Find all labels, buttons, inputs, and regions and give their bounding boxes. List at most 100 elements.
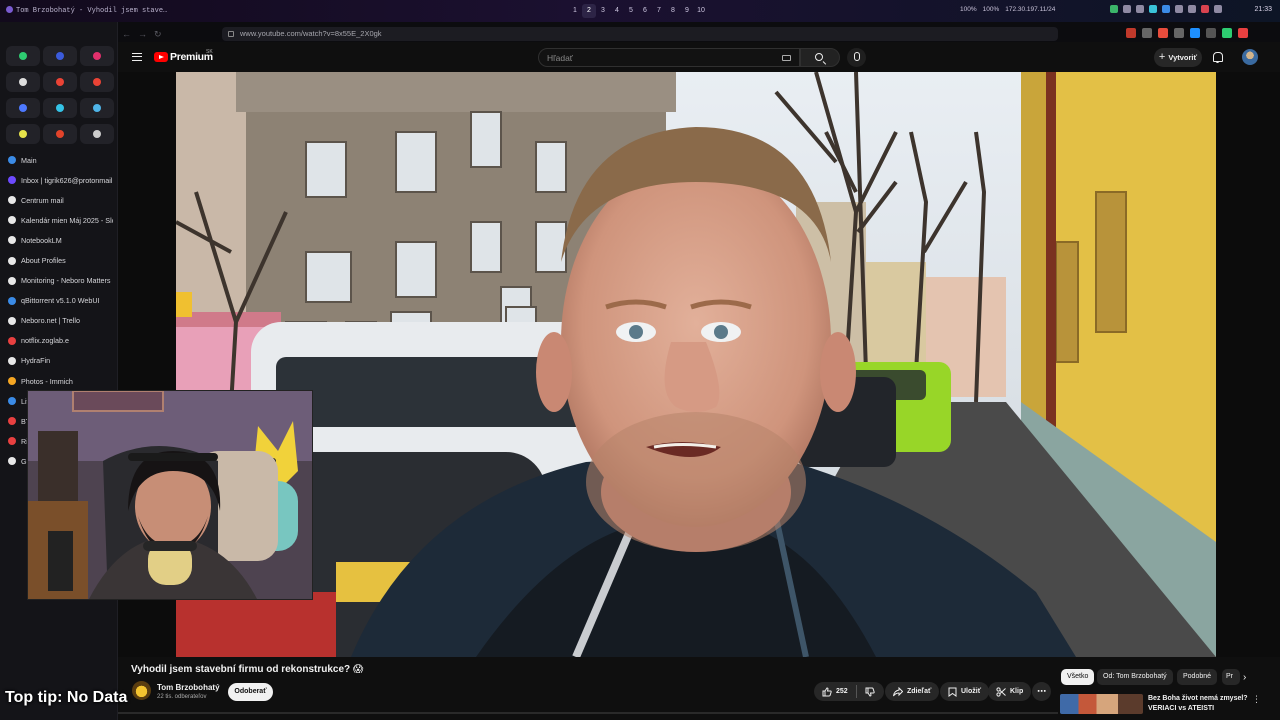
thumbs-down-icon[interactable]: [865, 687, 875, 697]
sidebar-tab[interactable]: Neboro.net | Trello: [4, 311, 116, 331]
tray-app-icon[interactable]: [1110, 5, 1118, 13]
tray-telegram-icon[interactable]: [1162, 5, 1170, 13]
pinned-site[interactable]: [80, 98, 114, 118]
drive-icon: [56, 104, 64, 112]
more-vert-icon[interactable]: ⋮: [1252, 694, 1261, 705]
extension-icon[interactable]: [1206, 28, 1216, 38]
share-icon: [893, 686, 903, 696]
channel-name[interactable]: Tom Brzobohatý: [157, 683, 220, 692]
pinned-site[interactable]: [43, 72, 77, 92]
pinned-site[interactable]: [43, 98, 77, 118]
tray-app-icon[interactable]: [1201, 5, 1209, 13]
chip-partial[interactable]: Pr: [1222, 669, 1240, 685]
workspace-button[interactable]: 4: [610, 4, 624, 18]
pinned-site[interactable]: [80, 124, 114, 144]
sidebar-tab[interactable]: Monitoring - Neboro Matters: [4, 271, 116, 291]
workspace-button[interactable]: 2: [582, 4, 596, 18]
player-letterbox: [1216, 72, 1280, 657]
tray-app-icon[interactable]: [1175, 5, 1183, 13]
chip-from-channel[interactable]: Od: Tom Brzobohatý: [1097, 669, 1173, 685]
sidebar-tab[interactable]: Photos - Immich: [4, 371, 116, 391]
sidebar-tab[interactable]: Inbox | tigrik626@protonmail.com: [4, 170, 116, 190]
pinned-site[interactable]: [6, 46, 40, 66]
pinned-site[interactable]: [43, 46, 77, 66]
workspace-button[interactable]: 10: [694, 4, 708, 18]
channel-avatar[interactable]: [132, 681, 151, 700]
url-field[interactable]: www.youtube.com/watch?v=8x55E_2X0gk: [222, 27, 1058, 41]
system-info: 100% 100% 172.30.197.11/24: [960, 6, 1055, 13]
extension-icon[interactable]: [1190, 28, 1200, 38]
app-icon: [19, 130, 27, 138]
chip-all[interactable]: Všetko: [1061, 669, 1095, 685]
sidebar-tab[interactable]: About Profiles: [4, 250, 116, 270]
clip-button[interactable]: Klip: [988, 682, 1032, 701]
chip-related[interactable]: Podobné: [1177, 669, 1218, 685]
search-button[interactable]: [800, 48, 840, 67]
tray-app-icon[interactable]: [1214, 5, 1222, 13]
save-button[interactable]: Uložiť: [940, 682, 990, 701]
pinned-site[interactable]: [80, 46, 114, 66]
extension-icon[interactable]: [1222, 28, 1232, 38]
share-button[interactable]: Zdieľať: [885, 682, 940, 701]
back-icon[interactable]: ←: [122, 29, 131, 39]
workspace-button[interactable]: 5: [624, 4, 638, 18]
share-label: Zdieľať: [907, 688, 932, 695]
keyboard-icon[interactable]: [782, 55, 791, 61]
instagram-icon: [93, 52, 101, 60]
recommendation-thumbnail[interactable]: [1060, 694, 1143, 714]
account-avatar[interactable]: [1242, 49, 1258, 65]
voice-search-icon[interactable]: [847, 48, 866, 67]
video-player[interactable]: [176, 72, 1216, 657]
youtube-logo-icon[interactable]: [154, 52, 168, 62]
sidebar-tab[interactable]: NotebookLM: [4, 230, 116, 250]
address-bar-row: ← → ↻ www.youtube.com/watch?v=8x55E_2X0g…: [118, 26, 1280, 42]
workspace-button[interactable]: 3: [596, 4, 610, 18]
extension-icon[interactable]: [1142, 28, 1152, 38]
extension-icon[interactable]: [1174, 28, 1184, 38]
tray-discord-icon[interactable]: [1188, 5, 1196, 13]
sidebar-tab[interactable]: Main: [4, 150, 116, 170]
reload-icon[interactable]: ↻: [154, 29, 162, 40]
pinned-site[interactable]: [6, 124, 40, 144]
subscribe-button[interactable]: Odoberať: [228, 683, 273, 701]
workspace-button[interactable]: 6: [638, 4, 652, 18]
workspace-button[interactable]: 7: [652, 4, 666, 18]
pinned-site[interactable]: [43, 124, 77, 144]
workspace-button[interactable]: 9: [680, 4, 694, 18]
pinned-site[interactable]: [80, 72, 114, 92]
sidebar-tab[interactable]: qBittorrent v5.1.0 WebUI: [4, 291, 116, 311]
workspace-button[interactable]: 8: [666, 4, 680, 18]
extension-icon[interactable]: [1158, 28, 1168, 38]
more-actions-button[interactable]: ⋯: [1032, 682, 1051, 701]
plus-icon: +: [1158, 51, 1166, 63]
thumbs-up-icon[interactable]: [822, 686, 832, 697]
search-input[interactable]: [547, 52, 777, 64]
tray-app-icon[interactable]: [1136, 5, 1144, 13]
pinned-site[interactable]: [6, 98, 40, 118]
like-count[interactable]: 252: [836, 688, 848, 695]
extension-icon[interactable]: [1238, 28, 1248, 38]
tray-app-icon[interactable]: [1149, 5, 1157, 13]
tab-favicon-icon: [8, 377, 16, 386]
recommendation-title[interactable]: Bez Boha život nemá zmysel? VERIACI vs A…: [1148, 694, 1248, 713]
create-button[interactable]: + Vytvoriť: [1154, 48, 1202, 67]
sidebar-tab[interactable]: notflix.zoglab.e: [4, 331, 116, 351]
youtube-header: Premium SK +Vytvoriť: [118, 42, 1280, 72]
extension-icon[interactable]: [1126, 28, 1136, 38]
pinned-site[interactable]: [6, 72, 40, 92]
sidebar-tab[interactable]: Centrum mail: [4, 190, 116, 210]
brightness-readout[interactable]: 100%: [983, 6, 1000, 13]
workspace-button[interactable]: 1: [568, 4, 582, 18]
os-top-bar: Tom Brzobohatý - Vyhodil jsem stave… 123…: [0, 0, 1280, 22]
chevron-right-icon[interactable]: ›: [1243, 672, 1246, 683]
tab-favicon-icon: [8, 256, 16, 265]
forward-icon[interactable]: →: [138, 29, 147, 39]
sidebar-tab[interactable]: Kalendár mien Máj 2025 - Slovensko: [4, 210, 116, 230]
stream-overlay-tip: Top tip: No Data: [5, 689, 128, 706]
tray-battery-icon[interactable]: [1123, 5, 1131, 13]
notifications-icon[interactable]: [1212, 51, 1223, 63]
sidebar-tab[interactable]: HydraFin: [4, 351, 116, 371]
workspace-switcher: 1 2 3 4 5 6 7 8 9 10: [568, 4, 708, 18]
menu-icon[interactable]: [132, 53, 142, 61]
volume-readout[interactable]: 100%: [960, 6, 977, 13]
